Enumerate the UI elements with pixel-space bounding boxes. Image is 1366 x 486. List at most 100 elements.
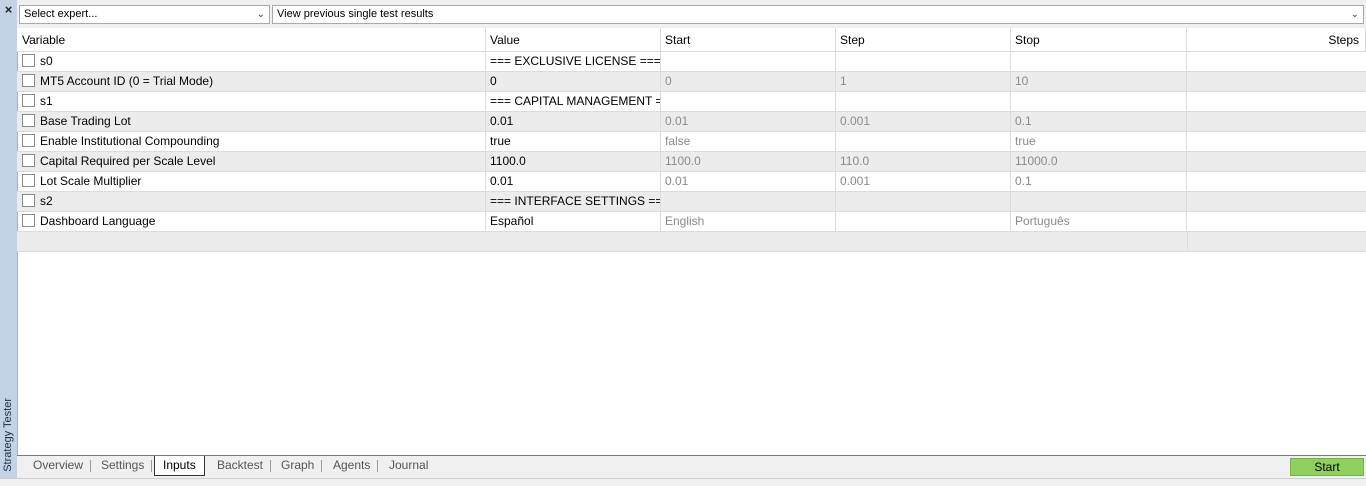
results-select[interactable]: View previous single test results ⌄ — [272, 5, 1364, 24]
variable-cell: MT5 Account ID (0 = Trial Mode) — [17, 72, 486, 91]
tab-agents[interactable]: Agents — [325, 456, 379, 476]
chevron-down-icon: ⌄ — [256, 9, 265, 20]
start-cell[interactable]: 0 — [661, 72, 836, 91]
value-cell[interactable]: Español — [486, 212, 661, 231]
step-cell[interactable] — [836, 192, 1011, 211]
inputs-table: Variable Value Start Step Stop Steps s0 … — [17, 28, 1366, 252]
expert-select-value: Select expert... — [24, 8, 98, 20]
results-select-value: View previous single test results — [277, 8, 434, 20]
table-header: Variable Value Start Step Stop Steps — [17, 28, 1366, 52]
stop-cell[interactable]: 11000.0 — [1011, 152, 1187, 171]
table-row[interactable]: Dashboard Language Español English Portu… — [17, 212, 1366, 232]
col-header-value[interactable]: Value — [486, 28, 661, 51]
side-panel: × Strategy Tester — [0, 0, 18, 486]
col-header-steps[interactable]: Steps — [1187, 28, 1366, 51]
close-icon[interactable]: × — [0, 3, 17, 17]
start-button[interactable]: Start — [1290, 458, 1364, 476]
variable-cell: Lot Scale Multiplier — [17, 172, 486, 191]
selector-row: Select expert... ⌄ View previous single … — [17, 0, 1366, 28]
step-cell[interactable]: 0.001 — [836, 112, 1011, 131]
optimize-checkbox[interactable] — [22, 74, 35, 87]
step-cell[interactable] — [836, 92, 1011, 111]
col-header-variable[interactable]: Variable — [17, 28, 486, 51]
col-header-step[interactable]: Step — [836, 28, 1011, 51]
start-cell[interactable]: 0.01 — [661, 172, 836, 191]
table-row[interactable]: MT5 Account ID (0 = Trial Mode) 0 0 1 10 — [17, 72, 1366, 92]
tab-backtest[interactable]: Backtest — [209, 456, 272, 476]
start-cell[interactable]: false — [661, 132, 836, 151]
optimize-checkbox[interactable] — [22, 194, 35, 207]
tab-journal[interactable]: Journal — [381, 456, 436, 476]
step-cell[interactable]: 110.0 — [836, 152, 1011, 171]
stop-cell[interactable]: true — [1011, 132, 1187, 151]
value-cell[interactable]: 1100.0 — [486, 152, 661, 171]
steps-cell — [1187, 132, 1366, 151]
variable-cell: s1 — [17, 92, 486, 111]
value-cell[interactable]: === INTERFACE SETTINGS === — [486, 192, 661, 211]
steps-cell — [1187, 152, 1366, 171]
chevron-down-icon: ⌄ — [1350, 9, 1359, 20]
variable-name: Dashboard Language — [40, 214, 156, 228]
value-cell[interactable]: true — [486, 132, 661, 151]
table-row[interactable]: s2 === INTERFACE SETTINGS === — [17, 192, 1366, 212]
stop-cell[interactable] — [1011, 92, 1187, 111]
optimize-checkbox[interactable] — [22, 154, 35, 167]
variable-name: s1 — [40, 94, 53, 108]
stop-cell[interactable]: 10 — [1011, 72, 1187, 91]
variable-name: s0 — [40, 54, 53, 68]
value-cell[interactable]: === EXCLUSIVE LICENSE === — [486, 52, 661, 71]
table-row[interactable]: Enable Institutional Compounding true fa… — [17, 132, 1366, 152]
variable-cell: Enable Institutional Compounding — [17, 132, 486, 151]
variable-name: Capital Required per Scale Level — [40, 154, 216, 168]
start-cell[interactable]: 1100.0 — [661, 152, 836, 171]
step-cell[interactable]: 1 — [836, 72, 1011, 91]
start-cell[interactable]: 0.01 — [661, 112, 836, 131]
variable-cell: s2 — [17, 192, 486, 211]
steps-cell — [1187, 112, 1366, 131]
value-cell[interactable]: === CAPITAL MANAGEMENT === — [486, 92, 661, 111]
optimize-checkbox[interactable] — [22, 134, 35, 147]
optimize-checkbox[interactable] — [22, 114, 35, 127]
variable-cell: Dashboard Language — [17, 212, 486, 231]
variable-name: Enable Institutional Compounding — [40, 134, 220, 148]
table-row[interactable]: s1 === CAPITAL MANAGEMENT === — [17, 92, 1366, 112]
stop-cell[interactable] — [1011, 192, 1187, 211]
variable-cell: s0 — [17, 52, 486, 71]
bottom-tab-bar: Overview Settings Inputs Backtest Graph … — [17, 455, 1366, 478]
tab-graph[interactable]: Graph — [273, 456, 323, 476]
table-row[interactable]: Capital Required per Scale Level 1100.0 … — [17, 152, 1366, 172]
tab-overview[interactable]: Overview — [25, 456, 92, 476]
start-cell[interactable] — [661, 52, 836, 71]
optimize-checkbox[interactable] — [22, 214, 35, 227]
start-cell[interactable]: English — [661, 212, 836, 231]
value-cell[interactable]: 0 — [486, 72, 661, 91]
step-cell[interactable] — [836, 132, 1011, 151]
stop-cell[interactable]: Português — [1011, 212, 1187, 231]
expert-select[interactable]: Select expert... ⌄ — [19, 5, 270, 24]
value-cell[interactable]: 0.01 — [486, 112, 661, 131]
steps-cell — [1187, 92, 1366, 111]
table-row[interactable]: Lot Scale Multiplier 0.01 0.01 0.001 0.1 — [17, 172, 1366, 192]
step-cell[interactable]: 0.001 — [836, 172, 1011, 191]
empty-cell — [17, 232, 486, 251]
tab-inputs[interactable]: Inputs — [154, 456, 205, 476]
optimize-checkbox[interactable] — [22, 54, 35, 67]
table-row[interactable]: s0 === EXCLUSIVE LICENSE === — [17, 52, 1366, 72]
value-cell[interactable]: 0.01 — [486, 172, 661, 191]
optimize-checkbox[interactable] — [22, 94, 35, 107]
status-bar — [0, 478, 1366, 486]
step-cell[interactable] — [836, 212, 1011, 231]
tab-settings[interactable]: Settings — [93, 456, 153, 476]
strategy-tester-window: × Strategy Tester Select expert... ⌄ Vie… — [0, 0, 1366, 486]
step-cell[interactable] — [836, 52, 1011, 71]
start-cell[interactable] — [661, 192, 836, 211]
col-header-stop[interactable]: Stop — [1011, 28, 1187, 51]
col-header-start[interactable]: Start — [661, 28, 836, 51]
stop-cell[interactable]: 0.1 — [1011, 112, 1187, 131]
steps-cell — [1187, 192, 1366, 211]
table-row[interactable]: Base Trading Lot 0.01 0.01 0.001 0.1 — [17, 112, 1366, 132]
stop-cell[interactable] — [1011, 52, 1187, 71]
start-cell[interactable] — [661, 92, 836, 111]
stop-cell[interactable]: 0.1 — [1011, 172, 1187, 191]
optimize-checkbox[interactable] — [22, 174, 35, 187]
